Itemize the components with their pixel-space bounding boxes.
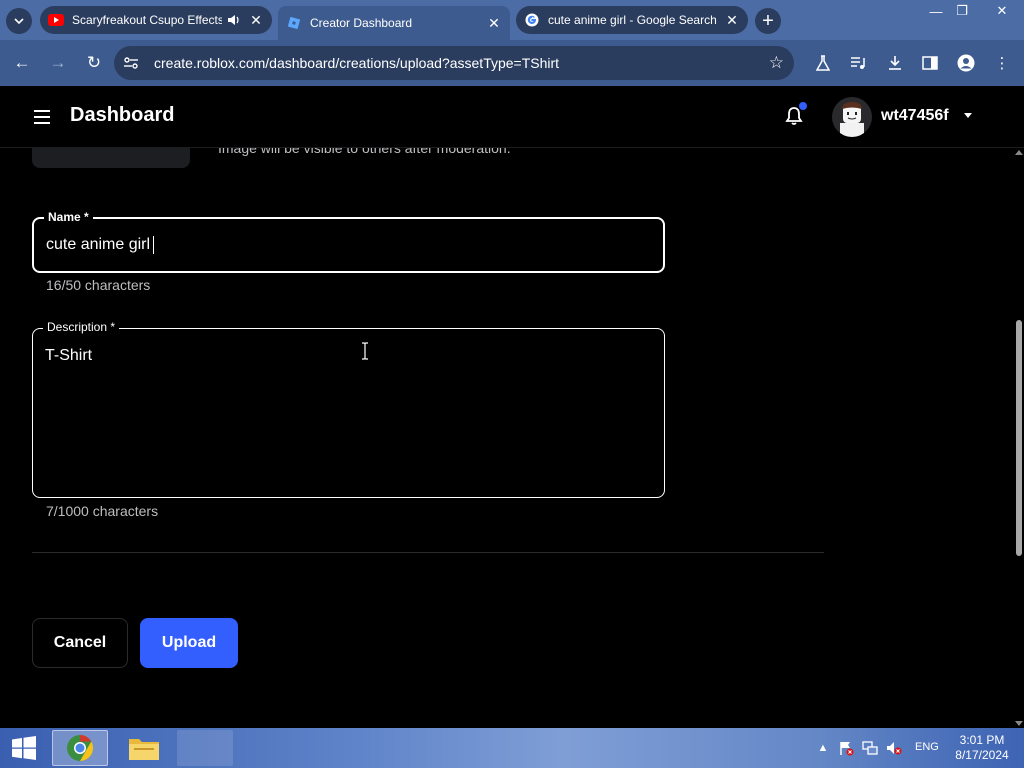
taskbar-chrome-icon[interactable]: [52, 730, 108, 766]
taskbar-window-thumbnail[interactable]: [177, 730, 233, 766]
tab-title: Creator Dashboard: [310, 16, 413, 30]
scroll-down-arrow-icon[interactable]: [1015, 721, 1023, 726]
clock-time: 3:01 PM: [959, 733, 1005, 747]
media-control-icon[interactable]: [847, 52, 869, 74]
side-panel-icon[interactable]: [919, 52, 941, 74]
windows-logo-icon: [12, 736, 36, 760]
divider: [32, 552, 824, 553]
profile-icon[interactable]: [955, 52, 977, 74]
notification-dot: [799, 102, 807, 110]
roblox-icon: [286, 15, 302, 31]
input-language[interactable]: ENG: [915, 741, 939, 753]
menu-kebab-icon[interactable]: ⋮: [991, 52, 1013, 74]
close-tab-icon[interactable]: ✕: [724, 12, 740, 28]
tab-title: Scaryfreakout Csupo Effects: [72, 13, 222, 27]
forward-icon[interactable]: →: [45, 50, 71, 76]
tab-google-search[interactable]: cute anime girl - Google Search ✕: [516, 6, 748, 34]
close-tab-icon[interactable]: ✕: [248, 12, 264, 28]
name-char-count: 16/50 characters: [46, 277, 151, 293]
tab-scaryfreakout[interactable]: Scaryfreakout Csupo Effects ✕: [40, 6, 272, 34]
clock-date: 8/17/2024: [955, 748, 1009, 762]
taskbar-file-explorer-icon[interactable]: [116, 730, 172, 766]
youtube-icon: [48, 12, 64, 28]
scroll-thumb[interactable]: [1016, 320, 1022, 556]
tab-creator-dashboard[interactable]: Creator Dashboard ✕: [278, 6, 510, 40]
page-title: Dashboard: [70, 104, 175, 126]
avatar[interactable]: [832, 97, 872, 137]
moderation-note: Image will be visible to others after mo…: [218, 148, 511, 156]
text-cursor: [153, 236, 155, 254]
tab-title: cute anime girl - Google Search: [548, 13, 717, 27]
browser-toolbar: ← → ↻ create.roblox.com/dashboard/creati…: [0, 40, 1024, 86]
show-hidden-icons-icon[interactable]: ▲: [815, 740, 831, 756]
browser-tabstrip: Scaryfreakout Csupo Effects ✕ Creator Da…: [0, 0, 1024, 40]
upload-button[interactable]: Upload: [140, 618, 238, 668]
address-bar[interactable]: create.roblox.com/dashboard/creations/up…: [114, 46, 794, 80]
download-icon[interactable]: [884, 52, 906, 74]
bookmark-star-icon[interactable]: ☆: [769, 53, 784, 73]
image-thumbnail: [32, 148, 190, 168]
new-tab-button[interactable]: +: [755, 8, 781, 34]
cancel-button[interactable]: Cancel: [32, 618, 128, 668]
volume-muted-icon[interactable]: [886, 740, 902, 756]
name-field[interactable]: Name * cute anime girl: [32, 210, 665, 273]
hamburger-menu-icon[interactable]: [34, 110, 50, 124]
caret-down-icon[interactable]: [964, 113, 972, 118]
username[interactable]: wt47456f: [881, 107, 949, 125]
close-tab-icon[interactable]: ✕: [486, 15, 502, 31]
upload-form: Image will be visible to others after mo…: [0, 148, 1014, 728]
chevron-down-icon: [14, 18, 24, 24]
description-field-label: Description *: [43, 320, 120, 334]
name-field-value: cute anime girl: [46, 236, 151, 254]
description-field-value: T-Shirt: [45, 347, 93, 364]
back-icon[interactable]: ←: [9, 50, 35, 76]
taskbar: ▲ ENG 3:01 PM 8/17/2024: [0, 728, 1024, 768]
app-header: Dashboard wt47456f: [0, 86, 1024, 148]
page-scrollbar[interactable]: [1014, 148, 1024, 728]
speaker-icon[interactable]: [226, 12, 242, 28]
labs-flask-icon[interactable]: [812, 52, 834, 74]
reload-icon[interactable]: ↻: [81, 50, 107, 76]
action-center-flag-icon[interactable]: [838, 740, 854, 756]
description-char-count: 7/1000 characters: [46, 503, 159, 519]
system-clock[interactable]: 3:01 PM 8/17/2024: [950, 733, 1014, 763]
description-field[interactable]: Description * T-Shirt: [32, 320, 665, 498]
close-window-icon[interactable]: ✕: [980, 0, 1024, 22]
tab-search-button[interactable]: [6, 8, 32, 34]
ibeam-cursor-icon: [361, 342, 369, 365]
name-field-label: Name *: [44, 210, 93, 224]
google-icon: [524, 12, 540, 28]
url-text: create.roblox.com/dashboard/creations/up…: [154, 55, 560, 71]
network-icon[interactable]: [862, 740, 878, 756]
start-button[interactable]: [0, 728, 48, 768]
restore-icon[interactable]: ❐: [946, 0, 978, 22]
scroll-up-arrow-icon[interactable]: [1015, 150, 1023, 155]
site-info-icon[interactable]: [114, 46, 148, 80]
